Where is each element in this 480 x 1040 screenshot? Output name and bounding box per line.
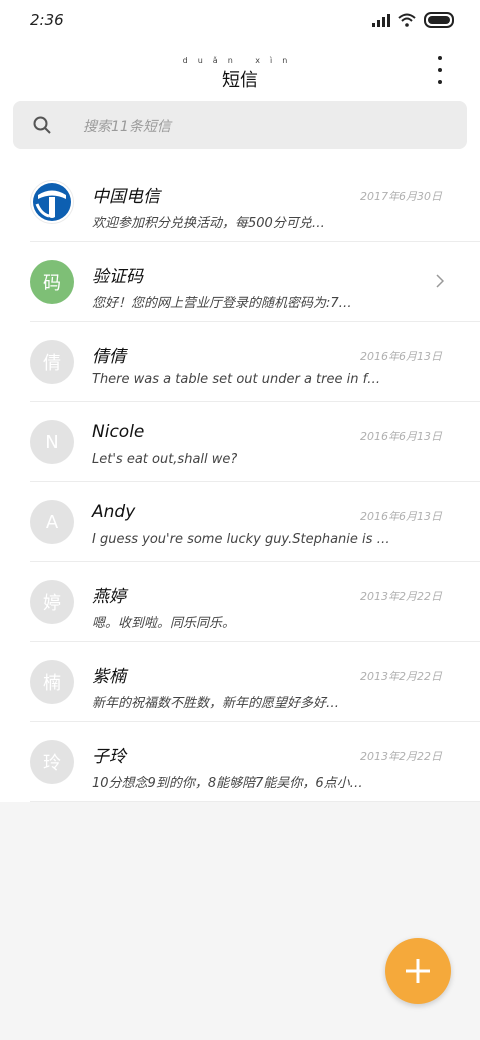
conversation-row[interactable]: 中国电信 欢迎参加积分兑换活动，每500分可兑… 2017年6月30日 <box>0 162 480 242</box>
conversation-row[interactable]: 倩 倩倩 There was a table set out under a t… <box>0 322 480 402</box>
message-snippet: 10分想念9到的你，8能够陪7能吴你，6点小… <box>92 776 363 791</box>
avatar: 倩 <box>30 340 74 384</box>
message-date: 2016年6月13日 <box>360 430 442 443</box>
message-snippet: Let's eat out,shall we? <box>92 452 238 467</box>
contact-name: 倩倩 <box>92 347 126 367</box>
message-snippet: 欢迎参加积分兑换活动，每500分可兑… <box>92 216 325 231</box>
status-bar: 2:36 <box>0 0 480 40</box>
message-date: 2013年2月22日 <box>360 670 442 683</box>
avatar: 玲 <box>30 740 74 784</box>
contact-name: 燕婷 <box>92 587 126 607</box>
chevron-right-icon[interactable] <box>436 274 444 288</box>
page-title-pinyin: duǎn xìn <box>182 56 298 65</box>
page-title: 短信 <box>222 70 258 91</box>
search-input[interactable]: 搜索11条短信 <box>13 101 467 149</box>
status-icons <box>372 12 454 28</box>
message-date: 2016年6月13日 <box>360 350 442 363</box>
message-date: 2016年6月13日 <box>360 510 442 523</box>
contact-name: 子玲 <box>92 747 126 767</box>
message-snippet: 您好！您的网上营业厅登录的随机密码为:7… <box>92 296 352 311</box>
message-snippet: There was a table set out under a tree i… <box>92 372 381 387</box>
conversation-row[interactable]: 玲 子玲 10分想念9到的你，8能够陪7能吴你，6点小… 2013年2月22日 <box>0 722 480 802</box>
new-message-button[interactable] <box>385 938 451 1004</box>
conversation-row[interactable]: N Nicole Let's eat out,shall we? 2016年6月… <box>0 402 480 482</box>
status-time: 2:36 <box>30 11 64 29</box>
avatar <box>30 180 74 224</box>
conversation-row[interactable]: 码 验证码 您好！您的网上营业厅登录的随机密码为:7… <box>0 242 480 322</box>
conversation-row[interactable]: A Andy I guess you're some lucky guy.Ste… <box>0 482 480 562</box>
plus-icon <box>406 959 430 983</box>
avatar: 楠 <box>30 660 74 704</box>
page-title-group: duǎn xìn 短信 <box>0 56 480 92</box>
signal-icon <box>372 13 390 27</box>
battery-icon <box>424 12 454 28</box>
contact-name: 紫楠 <box>92 667 126 687</box>
avatar: N <box>30 420 74 464</box>
search-placeholder: 搜索11条短信 <box>83 119 171 135</box>
wifi-icon <box>398 13 416 27</box>
search-section: 搜索11条短信 <box>0 100 480 162</box>
avatar: A <box>30 500 74 544</box>
app-header: duǎn xìn 短信 <box>0 40 480 100</box>
message-date: 2017年6月30日 <box>360 190 442 203</box>
message-list: 中国电信 欢迎参加积分兑换活动，每500分可兑… 2017年6月30日 码 验证… <box>0 162 480 802</box>
china-telecom-logo-icon <box>33 183 71 221</box>
message-snippet: I guess you're some lucky guy.Stephanie … <box>92 532 392 547</box>
contact-name: Andy <box>92 502 136 522</box>
message-date: 2013年2月22日 <box>360 590 442 603</box>
conversation-row[interactable]: 婷 燕婷 嗯。收到啦。同乐同乐。 2013年2月22日 <box>0 562 480 642</box>
message-snippet: 新年的祝福数不胜数，新年的愿望好多好… <box>92 696 340 711</box>
contact-name: 验证码 <box>92 267 143 287</box>
conversation-row[interactable]: 楠 紫楠 新年的祝福数不胜数，新年的愿望好多好… 2013年2月22日 <box>0 642 480 722</box>
search-icon <box>33 116 51 134</box>
message-date: 2013年2月22日 <box>360 750 442 763</box>
contact-name: 中国电信 <box>92 187 160 207</box>
message-snippet: 嗯。收到啦。同乐同乐。 <box>92 616 236 631</box>
avatar: 码 <box>30 260 74 304</box>
contact-name: Nicole <box>92 422 145 442</box>
avatar: 婷 <box>30 580 74 624</box>
more-vertical-icon[interactable] <box>428 56 452 84</box>
